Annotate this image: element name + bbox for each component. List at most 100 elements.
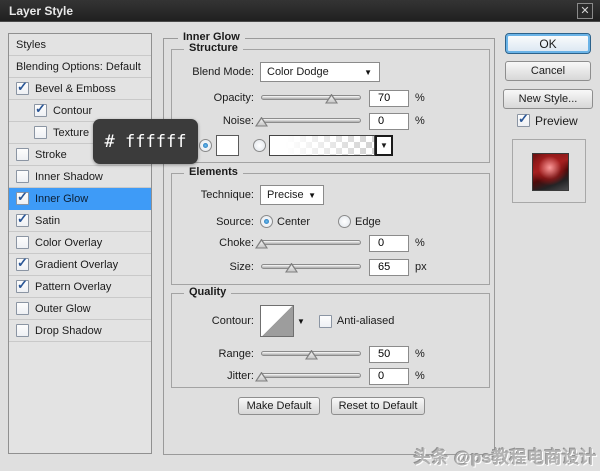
sidebar-item-color-overlay[interactable]: ✓ Color Overlay [9, 232, 151, 254]
elements-group-title: Elements [184, 166, 243, 178]
opacity-input[interactable] [369, 89, 409, 107]
sidebar-item-inner-glow[interactable]: ✓ Inner Glow [9, 188, 151, 210]
size-slider[interactable] [261, 260, 361, 275]
sidebar-item-blending-options[interactable]: Blending Options: Default [9, 56, 151, 78]
ok-button[interactable]: OK [505, 33, 591, 54]
choke-slider[interactable] [255, 236, 361, 251]
anti-aliased-checkbox[interactable]: ✓ [318, 314, 332, 328]
check-icon: ✓ [17, 211, 28, 226]
size-label: Size: [229, 261, 254, 273]
drop-shadow-checkbox[interactable]: ✓ [16, 324, 29, 337]
sidebar-item-styles[interactable]: Styles [9, 34, 151, 56]
opacity-slider[interactable] [261, 91, 361, 106]
preview-panel [512, 139, 586, 203]
jitter-slider[interactable] [255, 369, 361, 384]
sidebar-item-label: Outer Glow [35, 302, 91, 315]
preview-checkbox[interactable]: ✓ [517, 111, 530, 127]
pattern-overlay-checkbox[interactable]: ✓ [16, 277, 29, 293]
contour-checkbox[interactable]: ✓ [34, 101, 47, 117]
range-input[interactable] [369, 345, 409, 363]
sidebar-item-bevel-emboss[interactable]: ✓ Bevel & Emboss [9, 78, 151, 100]
sidebar-item-inner-shadow[interactable]: ✓ Inner Shadow [9, 166, 151, 188]
contour-picker-thumbnail[interactable] [260, 305, 294, 337]
gradient-picker-arrow-button[interactable]: ▼ [375, 134, 393, 156]
inner-shadow-checkbox[interactable]: ✓ [16, 170, 29, 183]
choke-input[interactable] [369, 234, 409, 252]
opacity-slider-track[interactable] [261, 94, 361, 100]
source-center-label: Center [277, 215, 311, 228]
noise-slider-track[interactable] [261, 117, 361, 123]
texture-checkbox[interactable]: ✓ [34, 126, 47, 139]
chevron-down-icon: ▼ [308, 190, 316, 200]
size-slider-track[interactable] [261, 263, 361, 269]
glow-color-swatch[interactable] [216, 134, 239, 156]
source-edge-radio[interactable] [338, 215, 352, 228]
elements-group: Elements Technique: Precise ▼ Source: Ce… [171, 166, 490, 285]
sidebar-item-label: Styles [16, 38, 46, 51]
source-edge-label: Edge [355, 215, 381, 228]
glow-color-radio[interactable] [199, 138, 212, 152]
glow-gradient-radio[interactable] [253, 138, 266, 152]
range-label: Range: [218, 348, 254, 360]
sidebar-item-label: Bevel & Emboss [35, 82, 116, 95]
color-overlay-checkbox[interactable]: ✓ [16, 236, 29, 249]
quality-group: Quality Contour: ▼ ✓ Anti-aliased Range:… [171, 286, 490, 388]
layer-style-dialog: Layer Style ✕ Styles Blending Options: D… [0, 0, 600, 471]
stroke-checkbox[interactable]: ✓ [16, 148, 29, 161]
new-style-button[interactable]: New Style... [503, 89, 593, 109]
choke-slider-track[interactable] [261, 239, 361, 245]
noise-input[interactable] [369, 112, 409, 130]
noise-unit: % [415, 115, 425, 127]
range-slider[interactable] [261, 347, 361, 362]
sidebar-item-pattern-overlay[interactable]: ✓ Pattern Overlay [9, 276, 151, 298]
dialog-title: Layer Style [9, 3, 74, 18]
chevron-down-icon: ▼ [364, 67, 372, 77]
size-unit: px [415, 261, 427, 273]
blend-mode-select[interactable]: Color Dodge ▼ [260, 62, 380, 82]
noise-slider[interactable] [255, 114, 361, 129]
sidebar-item-drop-shadow[interactable]: ✓ Drop Shadow [9, 320, 151, 342]
title-bar: Layer Style [0, 0, 600, 22]
check-icon: ✓ [17, 277, 28, 292]
sidebar-item-label: Satin [35, 214, 61, 227]
sidebar-item-label: Drop Shadow [35, 324, 102, 337]
source-label: Source: [216, 215, 254, 228]
choke-unit: % [415, 237, 425, 249]
satin-checkbox[interactable]: ✓ [16, 211, 29, 227]
cancel-button[interactable]: Cancel [505, 61, 591, 81]
styles-list: Styles Blending Options: Default ✓ Bevel… [8, 33, 152, 454]
outer-glow-checkbox[interactable]: ✓ [16, 302, 29, 315]
glow-gradient-bar[interactable] [269, 134, 375, 156]
opacity-label: Opacity: [213, 92, 254, 104]
jitter-slider-track[interactable] [261, 372, 361, 378]
source-center-radio[interactable] [260, 215, 273, 228]
sidebar-item-outer-glow[interactable]: ✓ Outer Glow [9, 298, 151, 320]
make-default-button[interactable]: Make Default [238, 397, 320, 415]
chevron-down-icon: ▼ [380, 140, 388, 150]
size-input[interactable] [369, 258, 409, 276]
close-icon[interactable]: ✕ [577, 3, 593, 19]
anti-aliased-label: Anti-aliased [336, 315, 395, 327]
sidebar-item-label: Texture [53, 126, 90, 139]
color-value-tooltip: # ffffff [93, 119, 198, 164]
preview-label: Preview [535, 113, 578, 128]
gradient-overlay-checkbox[interactable]: ✓ [16, 255, 29, 271]
sidebar-item-label: Gradient Overlay [35, 258, 119, 271]
reset-to-default-button[interactable]: Reset to Default [331, 397, 425, 415]
quality-group-title: Quality [184, 286, 232, 298]
preview-thumbnail-image [532, 153, 569, 191]
inner-glow-checkbox[interactable]: ✓ [16, 189, 29, 205]
check-icon: ✓ [17, 255, 28, 270]
check-icon: ✓ [518, 111, 529, 126]
jitter-input[interactable] [369, 367, 409, 385]
sidebar-item-satin[interactable]: ✓ Satin [9, 210, 151, 232]
chevron-down-icon[interactable]: ▼ [297, 317, 305, 326]
technique-value: Precise [267, 189, 304, 201]
blend-mode-value: Color Dodge [267, 66, 329, 78]
sidebar-item-gradient-overlay[interactable]: ✓ Gradient Overlay [9, 254, 151, 276]
color-value-text: # ffffff [104, 131, 187, 152]
bevel-emboss-checkbox[interactable]: ✓ [16, 79, 29, 95]
technique-select[interactable]: Precise ▼ [260, 185, 324, 205]
sidebar-item-label: Contour [53, 104, 93, 117]
check-icon: ✓ [35, 101, 46, 116]
